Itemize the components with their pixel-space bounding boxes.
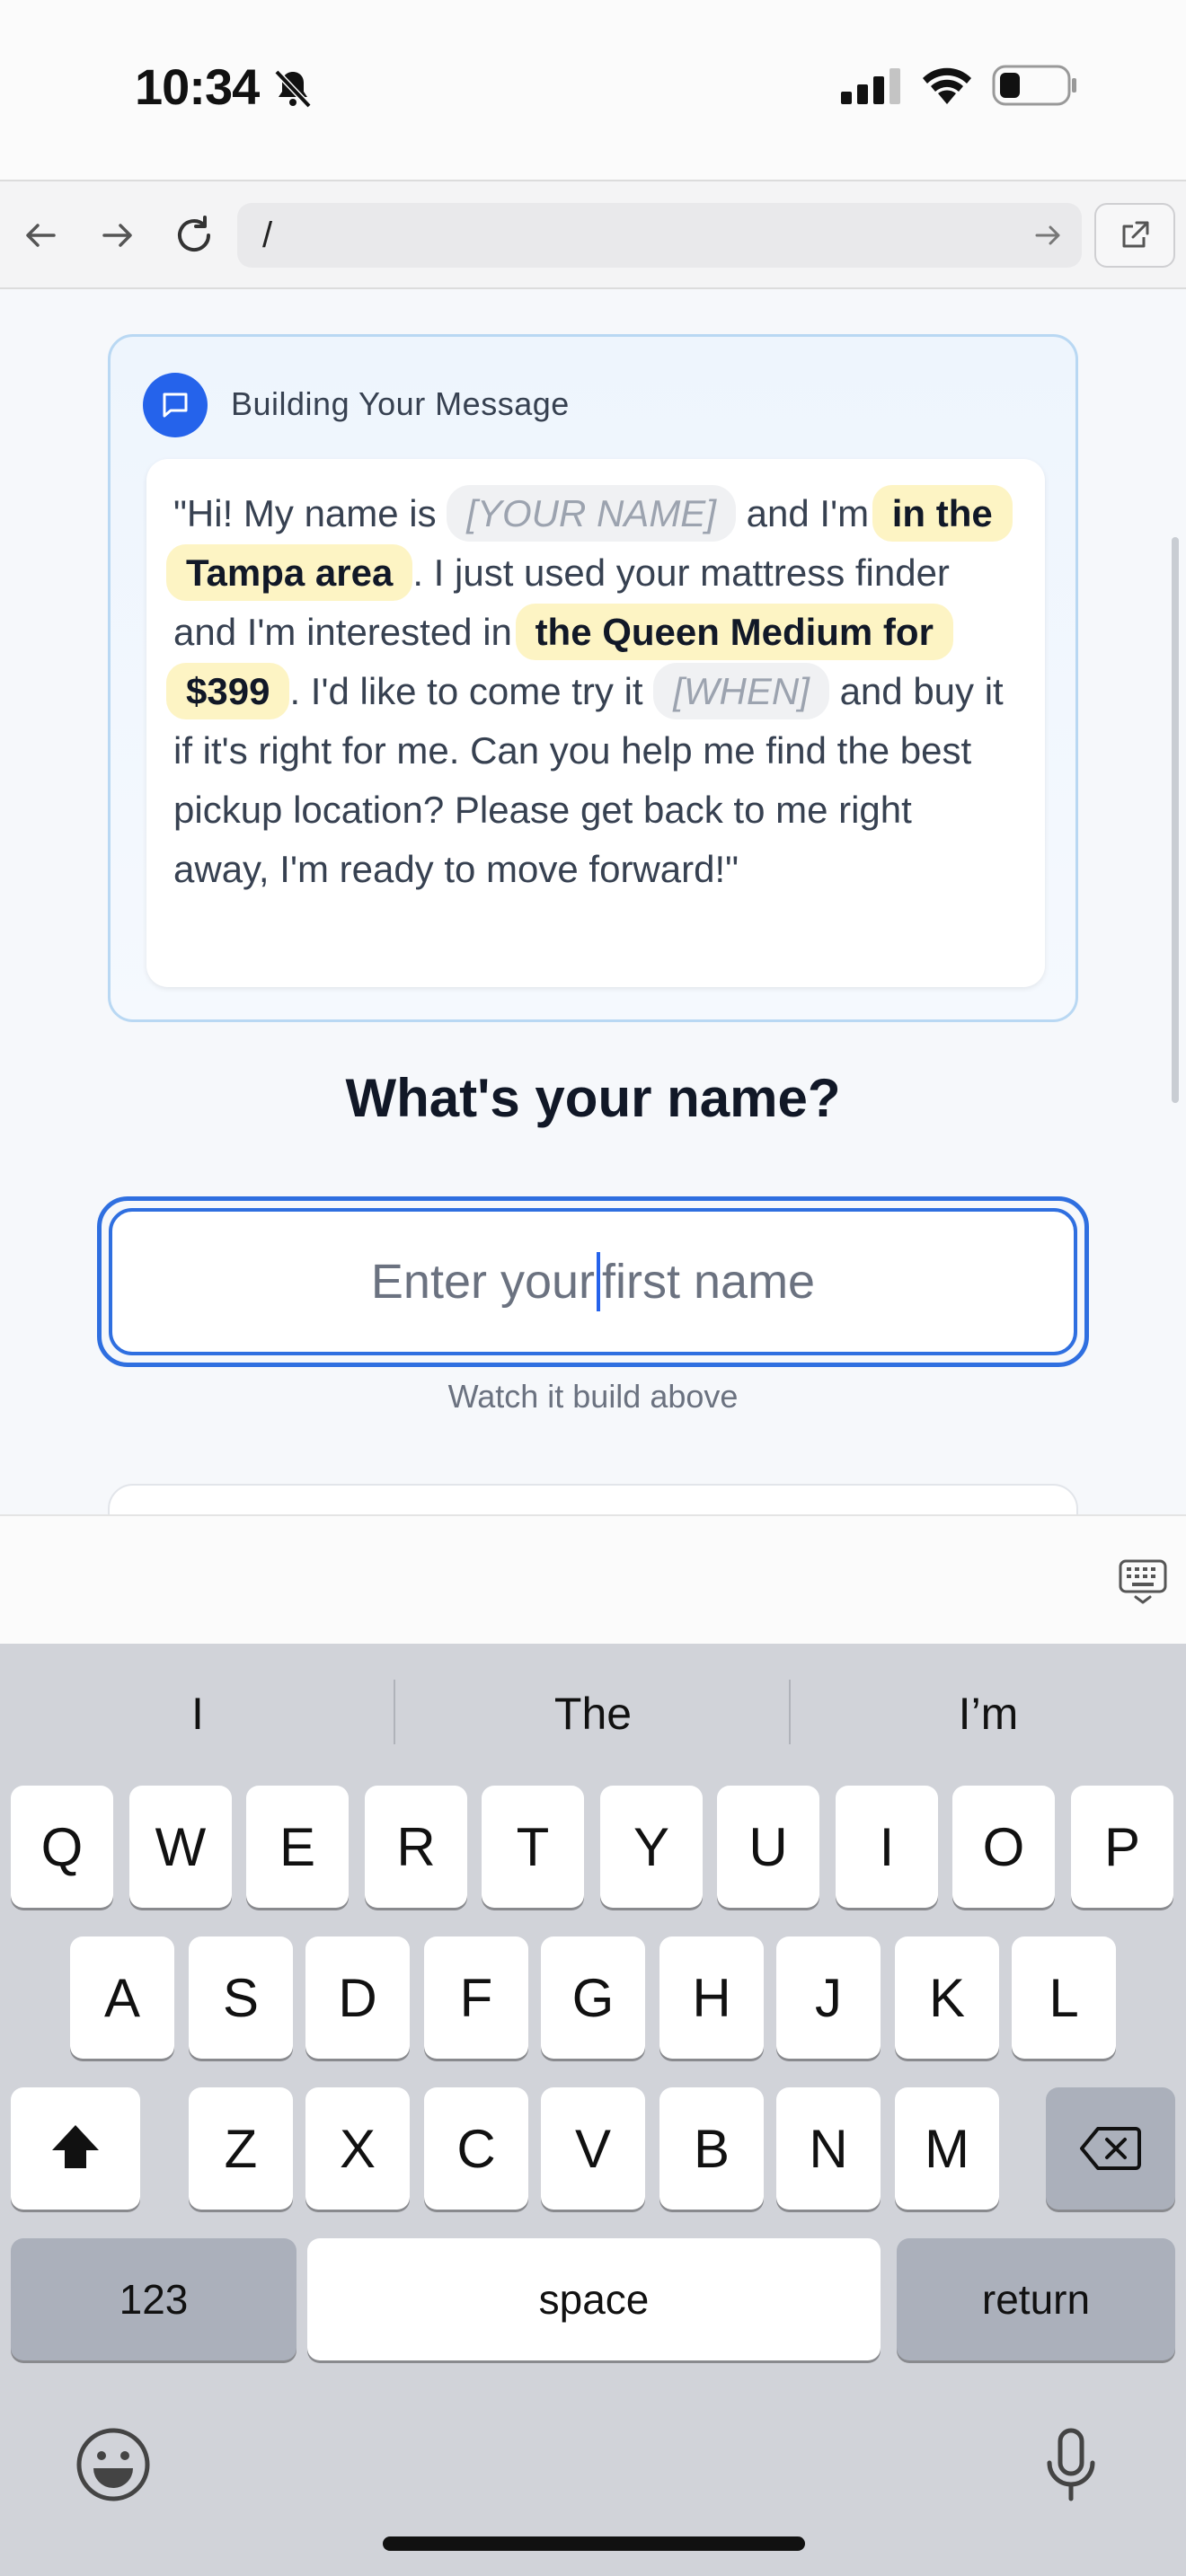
page-content: Building Your Message "Hi! My name is [Y… <box>0 289 1186 1514</box>
backspace-key[interactable] <box>1046 2087 1175 2210</box>
url-text: / <box>262 216 273 255</box>
next-card <box>108 1484 1078 1514</box>
message-text-segment: "Hi! My name is <box>173 492 447 534</box>
return-key[interactable]: return <box>897 2238 1175 2360</box>
message-card-title: Building Your Message <box>231 385 570 422</box>
suggestion-2[interactable]: The <box>395 1644 791 1784</box>
key-f[interactable]: F <box>424 1936 528 2059</box>
go-arrow-icon[interactable] <box>1030 217 1066 253</box>
shift-arrow-icon <box>52 2125 99 2168</box>
shift-key[interactable] <box>11 2087 140 2210</box>
url-field[interactable]: / <box>237 203 1082 268</box>
status-bar: 10:34 <box>0 0 1186 180</box>
suggestion-3[interactable]: I’m <box>791 1644 1186 1784</box>
wifi-icon <box>923 67 971 104</box>
forward-button[interactable] <box>92 210 142 260</box>
key-e[interactable]: E <box>246 1786 349 1908</box>
browser-toolbar: / <box>0 180 1186 289</box>
key-i[interactable]: I <box>836 1786 938 1908</box>
back-button[interactable] <box>16 210 66 260</box>
message-preview-text: "Hi! My name is [YOUR NAME] and I'm in t… <box>146 459 1045 987</box>
key-z[interactable]: Z <box>189 2087 293 2210</box>
open-external-button[interactable] <box>1094 203 1175 268</box>
key-w[interactable]: W <box>129 1786 232 1908</box>
microphone-icon[interactable] <box>1028 2422 1114 2508</box>
numbers-key[interactable]: 123 <box>11 2238 296 2360</box>
cellular-signal-icon <box>841 68 900 104</box>
key-v[interactable]: V <box>541 2087 645 2210</box>
name-input-focus-ring: Enter your first name <box>97 1196 1089 1367</box>
key-t[interactable]: T <box>482 1786 584 1908</box>
input-hint: Watch it build above <box>447 1378 739 1415</box>
name-placeholder: [YOUR NAME] <box>447 485 736 542</box>
chat-bubble-icon <box>163 393 188 418</box>
key-o[interactable]: O <box>952 1786 1055 1908</box>
key-m[interactable]: M <box>895 2087 999 2210</box>
when-placeholder: [WHEN] <box>653 663 829 719</box>
key-j[interactable]: J <box>776 1936 881 2059</box>
arrow-left-icon <box>26 224 56 247</box>
key-h[interactable]: H <box>659 1936 764 2059</box>
message-badge <box>143 373 208 437</box>
key-d[interactable]: D <box>305 1936 410 2059</box>
first-name-input[interactable]: Enter your first name <box>109 1208 1077 1355</box>
key-s[interactable]: S <box>189 1936 293 2059</box>
external-link-icon <box>1122 221 1149 248</box>
message-text-segment: . I'd like to come try it <box>289 670 654 712</box>
message-preview-card: Building Your Message "Hi! My name is [Y… <box>108 334 1078 1022</box>
key-y[interactable]: Y <box>600 1786 703 1908</box>
scrollbar[interactable] <box>1172 537 1179 1103</box>
input-placeholder-end: first name <box>602 1255 816 1309</box>
key-q[interactable]: Q <box>11 1786 113 1908</box>
status-time: 10:34 <box>135 58 260 115</box>
key-c[interactable]: C <box>424 2087 528 2210</box>
key-p[interactable]: P <box>1071 1786 1173 1908</box>
home-indicator <box>383 2536 805 2551</box>
backspace-icon <box>1080 2127 1141 2170</box>
arrow-right-icon <box>102 224 132 247</box>
suggestion-1[interactable]: I <box>0 1644 395 1784</box>
key-k[interactable]: K <box>895 1936 999 2059</box>
keyboard-accessory-bar <box>0 1514 1186 1644</box>
input-placeholder-start: Enter your <box>370 1255 596 1309</box>
key-n[interactable]: N <box>776 2087 881 2210</box>
bell-muted-icon <box>274 69 312 109</box>
reload-button[interactable] <box>169 210 219 260</box>
key-l[interactable]: L <box>1012 1936 1116 2059</box>
on-screen-keyboard: I The I’m Q W E R T Y U I O P A S D F G … <box>0 1644 1186 2576</box>
emoji-icon[interactable] <box>70 2422 156 2508</box>
key-x[interactable]: X <box>305 2087 410 2210</box>
space-key[interactable]: space <box>307 2238 881 2360</box>
battery-icon <box>992 65 1076 106</box>
key-a[interactable]: A <box>70 1936 174 2059</box>
key-g[interactable]: G <box>541 1936 645 2059</box>
message-text-segment: and I'm <box>736 492 880 534</box>
keyboard-dismiss-icon[interactable] <box>1118 1556 1168 1606</box>
text-caret <box>597 1252 601 1311</box>
name-question-heading: What's your name? <box>345 1068 841 1128</box>
key-r[interactable]: R <box>365 1786 467 1908</box>
key-u[interactable]: U <box>717 1786 819 1908</box>
key-b[interactable]: B <box>659 2087 764 2210</box>
reload-icon <box>178 216 210 251</box>
